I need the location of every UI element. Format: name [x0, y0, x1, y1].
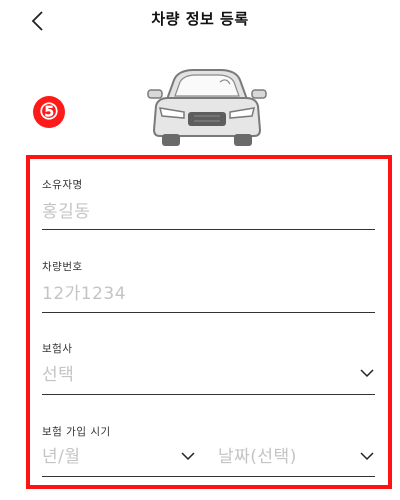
insurer-select[interactable]: 선택 [42, 360, 74, 385]
owner-name-field[interactable]: 소유자명 홍길동 [42, 177, 375, 233]
insurer-field[interactable]: 보험사 선택 [42, 341, 375, 397]
year-month-select[interactable]: 년/월 [42, 442, 81, 467]
day-select[interactable]: 날짜(선택) [218, 442, 297, 467]
join-date-underline [42, 476, 375, 477]
owner-name-underline [42, 229, 375, 230]
step-number-badge: ⑤ [33, 96, 65, 128]
chevron-down-icon[interactable] [360, 368, 374, 378]
page-title: 차량 정보 등록 [151, 10, 249, 28]
insurer-underline [42, 394, 375, 395]
plate-number-input[interactable]: 12가1234 [42, 279, 126, 304]
chevron-down-icon[interactable] [181, 451, 195, 461]
plate-number-underline [42, 312, 375, 313]
owner-name-input[interactable]: 홍길동 [42, 197, 90, 222]
chevron-down-icon[interactable] [360, 451, 374, 461]
insurance-join-date-field[interactable]: 보험 가입 시기 년/월 날짜(선택) [42, 424, 375, 480]
insurance-join-date-label: 보험 가입 시기 [42, 426, 111, 438]
vehicle-form-highlight: 소유자명 홍길동 차량번호 12가1234 보험사 선택 보험 가입 시기 년/… [26, 155, 392, 489]
header: 차량 정보 등록 [0, 0, 400, 44]
plate-number-label: 차량번호 [42, 261, 83, 273]
plate-number-field[interactable]: 차량번호 12가1234 [42, 259, 375, 315]
insurer-label: 보험사 [42, 343, 73, 355]
owner-name-label: 소유자명 [42, 179, 83, 191]
car-front-icon [144, 66, 270, 148]
